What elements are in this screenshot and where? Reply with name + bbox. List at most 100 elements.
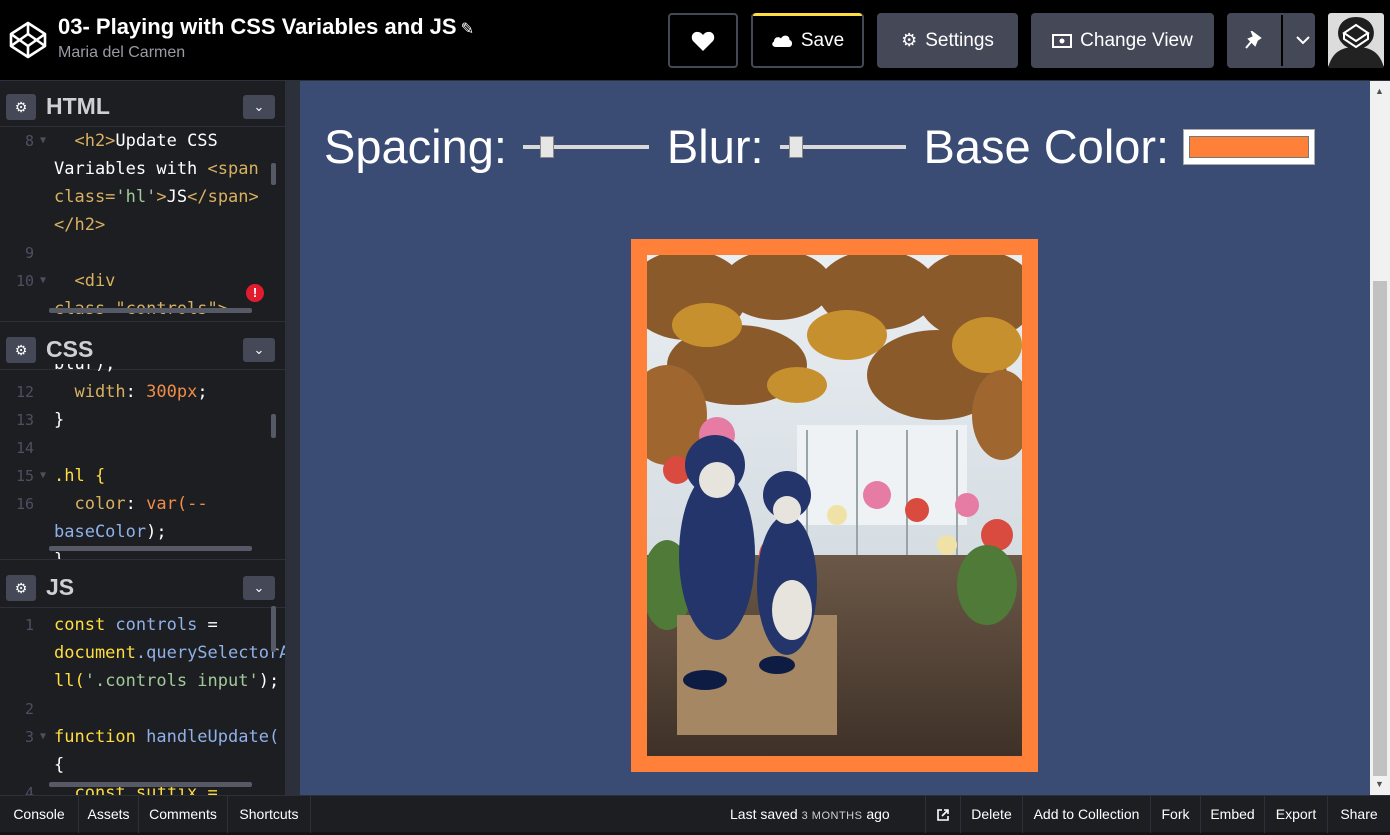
code-token: '.controls input' [84,671,259,691]
love-button[interactable] [668,13,738,68]
code-token: Variables with [54,159,208,179]
code-token: > [156,187,167,207]
js-panel-header: ⚙ JS ⌄ [0,562,285,608]
code-token: </span> [187,187,259,207]
blur-slider[interactable] [779,132,906,162]
scroll-down-arrow-icon[interactable]: ▼ [1375,779,1384,789]
scroll-up-arrow-icon[interactable]: ▲ [1375,86,1384,96]
line-number: 16 [15,495,34,513]
code-token: ); [146,522,167,542]
save-button[interactable]: Save [751,13,864,68]
code-token: = [197,615,218,635]
html-panel-title: HTML [46,93,110,119]
change-view-button[interactable]: Change View [1031,13,1214,68]
js-settings-gear-icon[interactable]: ⚙ [6,575,36,601]
shortcuts-button[interactable]: Shortcuts [228,796,311,833]
comments-button[interactable]: Comments [139,796,228,833]
color-swatch [1189,135,1310,158]
code-token: baseColor [54,522,147,542]
line-number: 4 [24,784,34,795]
resize-divider[interactable] [285,81,300,795]
fold-arrow-icon[interactable]: ▼ [40,723,46,751]
css-horizontal-scrollbar[interactable] [49,546,252,551]
spacing-label: Spacing: [324,120,507,173]
settings-label: Settings [925,29,994,51]
line-number: 15 [15,467,34,485]
share-button[interactable]: Share [1328,796,1390,833]
save-label: Save [800,29,845,51]
delete-button[interactable]: Delete [961,796,1023,833]
line-number: 1 [24,616,34,634]
code-token: Update CSS [115,131,218,151]
code-token: <div [54,271,116,291]
code-token: ; [197,382,208,402]
css-vertical-scrollbar[interactable] [271,414,276,438]
html-panel-chevron-down-icon[interactable]: ⌄ [243,95,275,119]
embed-button[interactable]: Embed [1201,796,1265,833]
pen-author[interactable]: Maria del Carmen [58,44,185,62]
code-token: color [54,494,126,514]
preview-vertical-scrollbar[interactable]: ▲ ▼ [1370,81,1390,795]
image-frame [631,239,1038,772]
last-saved-time: 3 MONTHS [801,810,863,822]
blur-label: Blur: [666,120,764,173]
scrollbar-thumb[interactable] [1373,281,1387,776]
code-token: .hl { [54,466,106,486]
line-number: 13 [15,411,34,429]
add-to-collection-button[interactable]: Add to Collection [1023,796,1151,833]
result-preview: Spacing: Blur: Base Color: [300,81,1370,795]
error-icon[interactable]: ! [246,284,264,302]
html-vertical-scrollbar[interactable] [271,163,276,185]
pin-dropdown-toggle[interactable] [1291,36,1315,45]
fold-arrow-icon[interactable]: ▼ [40,127,46,155]
open-new-window-button[interactable] [925,796,961,833]
change-view-label: Change View [1080,29,1193,51]
avatar[interactable] [1328,13,1384,68]
slider-thumb[interactable] [539,135,554,158]
line-number: 2 [24,700,34,718]
pin-icon [1245,30,1262,49]
code-token: </h2> [54,215,106,235]
fold-arrow-icon[interactable]: ▼ [40,462,46,490]
codepen-logo-icon[interactable] [8,20,48,60]
js-panel-title: JS [46,574,75,600]
last-saved-prefix: Last saved [730,806,802,822]
code-token: ); [258,671,280,691]
slider-thumb[interactable] [788,135,803,158]
js-code[interactable]: 1 const controls = document.querySelector… [0,611,285,795]
code-token: <h2> [54,131,116,151]
js-panel-chevron-down-icon[interactable]: ⌄ [243,576,275,600]
code-token: handleUpdate( [146,727,280,747]
settings-button[interactable]: ⚙ Settings [877,13,1018,68]
base-color-picker[interactable] [1183,128,1316,165]
pin-button[interactable] [1227,15,1283,66]
code-token: blur); [54,354,116,374]
code-token: } [54,410,65,430]
pencil-icon[interactable]: ✎ [461,21,474,38]
code-token: { [54,755,65,775]
html-panel-header: ⚙ HTML ⌄ [0,81,285,127]
fork-button[interactable]: Fork [1151,796,1201,833]
line-number: 3 [24,728,34,746]
save-indicator [753,13,862,16]
css-code[interactable]: blur); 12 width: 300px; 13} 14 15 ▼ .hl { … [0,350,285,559]
html-settings-gear-icon[interactable]: ⚙ [6,94,36,120]
code-token: document [54,643,136,663]
external-link-icon [937,809,949,822]
fold-arrow-icon[interactable]: ▼ [40,267,46,295]
pin-dropdown[interactable] [1227,13,1315,68]
code-token: function [54,727,147,747]
css-editor-panel: ⚙ CSS ⌄ blur); 12 width: 300px; 13} 14 1… [0,321,285,559]
assets-button[interactable]: Assets [79,796,139,833]
code-token: 300px [146,382,198,402]
code-token: var(-- [146,494,208,514]
console-button[interactable]: Console [0,796,79,833]
spacing-slider[interactable] [522,132,649,162]
html-code[interactable]: 8 ▼ <h2>Update CSS Variables with <span c… [0,127,285,321]
js-vertical-scrollbar[interactable] [271,606,276,652]
export-button[interactable]: Export [1265,796,1328,833]
html-horizontal-scrollbar[interactable] [49,308,252,313]
js-horizontal-scrollbar[interactable] [49,782,252,787]
pen-title[interactable]: 03- Playing with CSS Variables and JS ✎ [58,14,474,40]
cloud-icon [772,35,792,47]
